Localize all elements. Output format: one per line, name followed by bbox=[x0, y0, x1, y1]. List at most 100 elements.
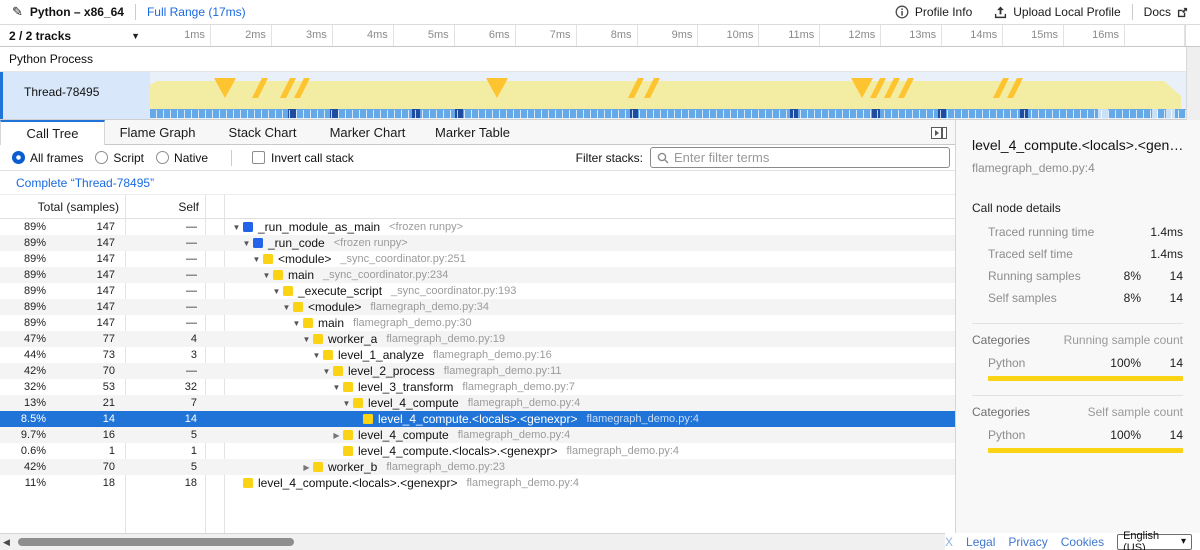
total-samples: 53 bbox=[50, 381, 125, 393]
tree-cell: level_4_compute.<locals>.<genexpr>flameg… bbox=[224, 411, 955, 427]
expander-closed-icon[interactable]: ▶ bbox=[300, 463, 313, 472]
category-square-icon bbox=[343, 446, 353, 456]
tree-row[interactable]: 42%70—▼level_2_processflamegraph_demo.py… bbox=[0, 363, 955, 379]
breadcrumb-root-link[interactable]: Complete “Thread-78495” bbox=[16, 176, 154, 190]
radio-all-frames-label: All frames bbox=[30, 151, 83, 165]
process-track-header[interactable]: Python Process bbox=[0, 47, 1186, 72]
expander-closed-icon[interactable]: ▶ bbox=[330, 431, 343, 440]
radio-native[interactable] bbox=[156, 151, 169, 164]
thread-track-header[interactable]: Thread-78495 bbox=[0, 72, 150, 119]
tree-row[interactable]: 89%147—▼_execute_script_sync_coordinator… bbox=[0, 283, 955, 299]
filter-stacks-label: Filter stacks: bbox=[576, 151, 643, 165]
expander-open-icon[interactable]: ▼ bbox=[330, 383, 343, 392]
expander-open-icon[interactable]: ▼ bbox=[340, 399, 353, 408]
function-name: worker_b bbox=[328, 460, 377, 474]
tracks-dropdown-button[interactable]: 2 / 2 tracks ▼ bbox=[0, 25, 150, 46]
tree-row[interactable]: 9.7%165▶level_4_computeflamegraph_demo.p… bbox=[0, 427, 955, 443]
column-header-total[interactable]: Total (samples) bbox=[0, 200, 125, 214]
total-samples: 77 bbox=[50, 333, 125, 345]
docs-link[interactable]: Docs bbox=[1144, 5, 1188, 19]
sidebar-function-title: level_4_compute.<locals>.<genexpr> bbox=[972, 137, 1184, 153]
tree-row[interactable]: 89%147—▼<module>_sync_coordinator.py:251 bbox=[0, 251, 955, 267]
language-label: English (US) bbox=[1123, 530, 1167, 550]
ruler-tick-label: 13ms bbox=[881, 25, 942, 46]
ruler-tick-label: 4ms bbox=[333, 25, 394, 46]
metric-label: Traced running time bbox=[988, 225, 1103, 239]
total-samples: 21 bbox=[50, 397, 125, 409]
expander-open-icon[interactable]: ▼ bbox=[320, 367, 333, 376]
call-tree-table: Total (samples) Self 89%147—▼_run_module… bbox=[0, 195, 955, 533]
expander-open-icon[interactable]: ▼ bbox=[260, 271, 273, 280]
tree-row[interactable]: 89%147—▼<module>flamegraph_demo.py:34 bbox=[0, 299, 955, 315]
tab-marker-table[interactable]: Marker Table bbox=[420, 120, 525, 145]
tab-marker-chart[interactable]: Marker Chart bbox=[315, 120, 420, 145]
file-location: flamegraph_demo.py:19 bbox=[386, 333, 505, 345]
full-range-link[interactable]: Full Range (17ms) bbox=[147, 5, 246, 19]
category-square-icon bbox=[263, 254, 273, 264]
total-percent: 13% bbox=[0, 397, 50, 409]
ruler-tick-label: 15ms bbox=[1003, 25, 1064, 46]
tree-row[interactable]: 89%147—▼mainflamegraph_demo.py:30 bbox=[0, 315, 955, 331]
scroll-left-arrow-icon[interactable]: ◀ bbox=[3, 537, 10, 547]
tab-flame-graph[interactable]: Flame Graph bbox=[105, 120, 210, 145]
total-samples: 147 bbox=[50, 285, 125, 297]
expander-open-icon[interactable]: ▼ bbox=[250, 255, 263, 264]
edit-profile-name-icon[interactable]: ✎ bbox=[12, 4, 23, 20]
ruler-tick-empty bbox=[1125, 25, 1185, 46]
ruler-tick-label: 3ms bbox=[272, 25, 333, 46]
footer-link-x[interactable]: X bbox=[945, 535, 953, 549]
function-name: <module> bbox=[278, 252, 331, 266]
profile-title: Python – x86_64 bbox=[30, 5, 124, 19]
expander-open-icon[interactable]: ▼ bbox=[290, 319, 303, 328]
category-square-icon bbox=[363, 414, 373, 424]
self-samples: — bbox=[125, 237, 205, 249]
tree-row[interactable]: 32%5332▼level_3_transformflamegraph_demo… bbox=[0, 379, 955, 395]
sidebar-file-location: flamegraph_demo.py:4 bbox=[972, 161, 1184, 175]
radio-all-frames[interactable] bbox=[12, 151, 25, 164]
category-square-icon bbox=[353, 398, 363, 408]
ruler-tick-label: 6ms bbox=[455, 25, 516, 46]
file-location: flamegraph_demo.py:23 bbox=[386, 461, 505, 473]
expander-open-icon[interactable]: ▼ bbox=[270, 287, 283, 296]
total-samples: 147 bbox=[50, 269, 125, 281]
tab-call-tree[interactable]: Call Tree bbox=[0, 120, 105, 145]
tree-row[interactable]: 8.5%1414level_4_compute.<locals>.<genexp… bbox=[0, 411, 955, 427]
tab-stack-chart[interactable]: Stack Chart bbox=[210, 120, 315, 145]
filter-input[interactable] bbox=[674, 150, 943, 165]
sidebar-toggle-button[interactable] bbox=[931, 126, 947, 144]
call-node-details-header: Call node details bbox=[972, 201, 1183, 215]
horizontal-scrollbar[interactable]: ◀ bbox=[0, 533, 945, 550]
language-select[interactable]: English (US) ▾ bbox=[1117, 534, 1192, 550]
expander-open-icon[interactable]: ▼ bbox=[240, 239, 253, 248]
function-name: _run_module_as_main bbox=[258, 220, 380, 234]
scrollbar-thumb[interactable] bbox=[18, 538, 294, 546]
tree-row[interactable]: 89%147—▼_run_module_as_main<frozen runpy… bbox=[0, 219, 955, 235]
tree-row[interactable]: 47%774▼worker_aflamegraph_demo.py:19 bbox=[0, 331, 955, 347]
invert-call-stack-checkbox[interactable] bbox=[252, 151, 265, 164]
upload-profile-button[interactable]: Upload Local Profile bbox=[994, 5, 1120, 19]
tree-row[interactable]: 44%733▼level_1_analyzeflamegraph_demo.py… bbox=[0, 347, 955, 363]
tree-cell: ▼_execute_script_sync_coordinator.py:193 bbox=[224, 283, 955, 299]
thread-track-label: Thread-78495 bbox=[24, 85, 99, 99]
tree-row[interactable]: 42%705▶worker_bflamegraph_demo.py:23 bbox=[0, 459, 955, 475]
controls-divider bbox=[231, 150, 232, 166]
category-count-label: Self sample count bbox=[1088, 405, 1183, 419]
tree-row[interactable]: 13%217▼level_4_computeflamegraph_demo.py… bbox=[0, 395, 955, 411]
column-header-self[interactable]: Self bbox=[125, 200, 205, 214]
footer-link-privacy[interactable]: Privacy bbox=[1008, 535, 1047, 549]
expander-open-icon[interactable]: ▼ bbox=[280, 303, 293, 312]
profile-info-button[interactable]: Profile Info bbox=[895, 5, 972, 19]
footer-link-legal[interactable]: Legal bbox=[966, 535, 995, 549]
footer-link-cookies[interactable]: Cookies bbox=[1061, 535, 1104, 549]
expander-open-icon[interactable]: ▼ bbox=[310, 351, 323, 360]
tree-row[interactable]: 89%147—▼_run_code<frozen runpy> bbox=[0, 235, 955, 251]
tree-row[interactable]: 89%147—▼main_sync_coordinator.py:234 bbox=[0, 267, 955, 283]
expander-open-icon[interactable]: ▼ bbox=[300, 335, 313, 344]
categories-label: Categories bbox=[972, 333, 1030, 347]
thread-activity-graph[interactable] bbox=[150, 72, 1186, 119]
expander-open-icon[interactable]: ▼ bbox=[230, 223, 243, 232]
tree-row[interactable]: 0.6%11level_4_compute.<locals>.<genexpr>… bbox=[0, 443, 955, 459]
radio-script[interactable] bbox=[95, 151, 108, 164]
main-panel: Call TreeFlame GraphStack ChartMarker Ch… bbox=[0, 120, 955, 533]
tree-row[interactable]: 11%1818level_4_compute.<locals>.<genexpr… bbox=[0, 475, 955, 491]
